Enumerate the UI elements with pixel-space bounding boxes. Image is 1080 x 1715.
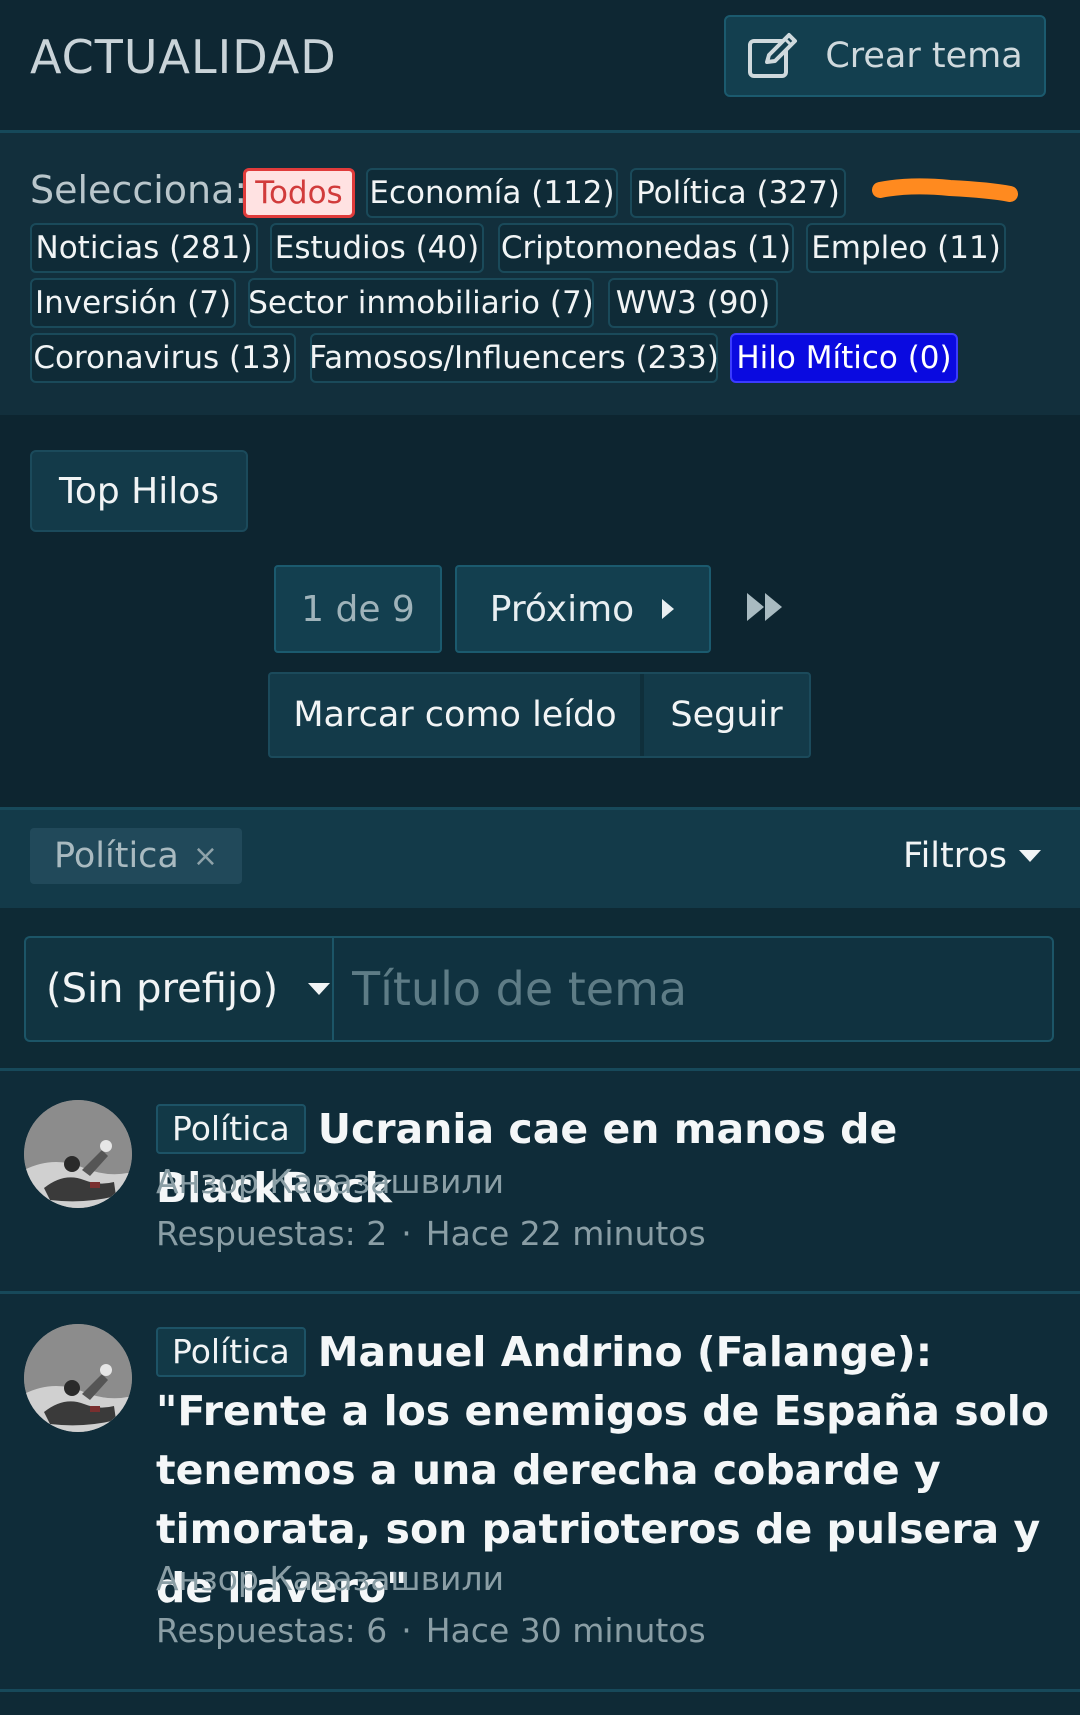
avatar[interactable] [24, 1100, 132, 1208]
filters-dropdown[interactable]: Filtros [903, 836, 1042, 876]
orange-scribble-mark [872, 178, 1018, 202]
meta-separator: · [401, 1214, 412, 1253]
category-chip-noticias[interactable]: Noticias (281) [30, 223, 258, 273]
thread-prefix-badge[interactable]: Política [156, 1327, 306, 1377]
category-chip-coronavirus[interactable]: Coronavirus (13) [30, 333, 296, 383]
category-chip-politica[interactable]: Política (327) [630, 168, 846, 218]
create-thread-button[interactable]: Crear tema [724, 15, 1046, 97]
chevron-down-icon [1019, 850, 1042, 862]
thread-time[interactable]: Hace 22 minutos [426, 1214, 706, 1253]
thread-replies: Respuestas: 2 [156, 1214, 388, 1253]
prefix-select-value: (Sin prefijo) [46, 966, 279, 1012]
avatar[interactable] [24, 1324, 132, 1432]
prefix-select[interactable]: (Sin prefijo) [24, 936, 332, 1042]
chevron-down-icon [308, 983, 331, 995]
active-filter-tag[interactable]: Política × [30, 828, 242, 884]
category-chip-empleo[interactable]: Empleo (11) [806, 223, 1006, 273]
thread-author[interactable]: Анзор Кавазашвили [156, 1559, 504, 1598]
category-chip-economia[interactable]: Economía (112) [366, 168, 618, 218]
next-page-label: Próximo [489, 588, 635, 630]
last-page-icon[interactable] [745, 590, 785, 624]
top-hilos-button[interactable]: Top Hilos [30, 450, 248, 532]
thread-prefix-badge[interactable]: Política [156, 1104, 306, 1154]
meta-separator: · [401, 1611, 412, 1650]
page-indicator[interactable]: 1 de 9 [274, 565, 442, 653]
category-chip-inversion[interactable]: Inversión (7) [30, 278, 236, 328]
active-filter-label: Política [54, 836, 179, 876]
category-chip-hilo-mitico[interactable]: Hilo Mítico (0) [730, 333, 958, 383]
thread-actions-group: Marcar como leído Seguir [268, 672, 811, 758]
follow-button[interactable]: Seguir [644, 674, 809, 756]
thread-replies: Respuestas: 6 [156, 1611, 388, 1650]
category-chip-criptomonedas[interactable]: Criptomonedas (1) [498, 223, 794, 273]
close-icon[interactable]: × [193, 839, 218, 874]
page-title: ACTUALIDAD [30, 30, 337, 84]
thread-title-input[interactable] [332, 936, 1054, 1042]
category-chip-ww3[interactable]: WW3 (90) [608, 278, 778, 328]
thread-row: Política Manuel Andrino (Falange): "Frent… [0, 1294, 1080, 1692]
category-selector-label: Selecciona: [30, 168, 248, 212]
mark-read-button[interactable]: Marcar como leído [270, 674, 640, 756]
category-chip-sector-inmobiliario[interactable]: Sector inmobiliario (7) [248, 278, 594, 328]
category-chip-todos[interactable]: Todos [243, 168, 355, 218]
forum-header: ACTUALIDAD Crear tema [0, 0, 1080, 133]
thread-time[interactable]: Hace 30 minutos [426, 1611, 706, 1650]
filters-label: Filtros [903, 836, 1008, 876]
thread-meta: Respuestas: 6 · Hace 30 minutos [156, 1611, 706, 1650]
next-page-button[interactable]: Próximo [455, 565, 711, 653]
caret-right-icon [662, 599, 675, 619]
thread-meta: Respuestas: 2 · Hace 22 minutos [156, 1214, 706, 1253]
category-chip-estudios[interactable]: Estudios (40) [270, 223, 484, 273]
category-chip-famosos-influencers[interactable]: Famosos/Influencers (233) [309, 333, 719, 383]
edit-icon [748, 33, 798, 78]
thread-row: Política Ucrania cae en manos de BlackRoc… [0, 1071, 1080, 1294]
create-thread-label: Crear tema [825, 36, 1023, 76]
thread-author[interactable]: Анзор Кавазашвили [156, 1162, 504, 1201]
